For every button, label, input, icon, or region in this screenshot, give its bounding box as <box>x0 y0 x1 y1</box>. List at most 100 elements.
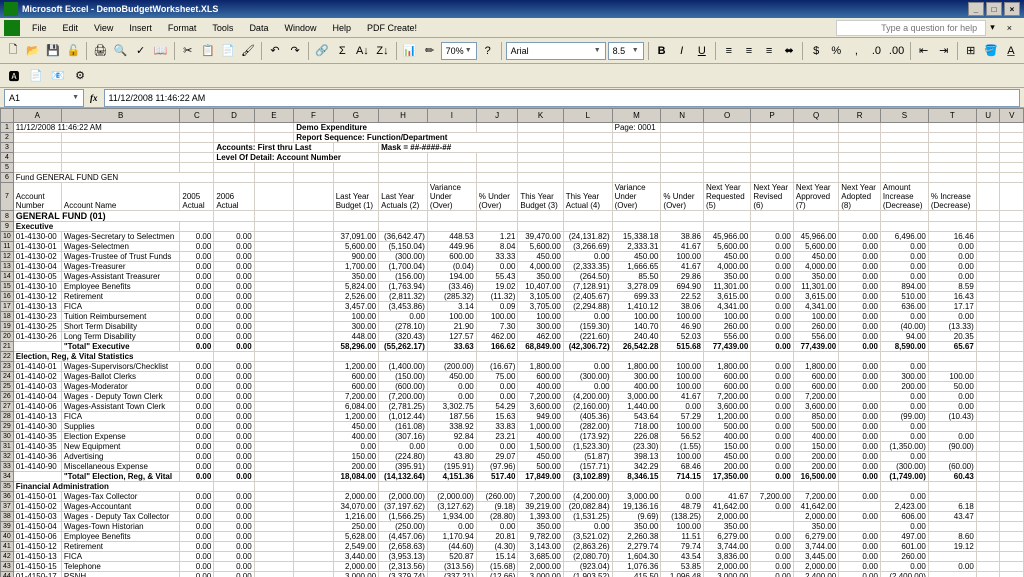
col-header-C[interactable]: C <box>180 109 214 123</box>
col-header-O[interactable]: O <box>703 109 750 123</box>
dec-indent-icon[interactable]: ⇤ <box>915 41 933 61</box>
row-header-7[interactable]: 7 <box>1 183 14 211</box>
menu-format[interactable]: Format <box>160 21 205 35</box>
row-header-44[interactable]: 44 <box>1 572 14 577</box>
col-header-L[interactable]: L <box>563 109 612 123</box>
zoom-combo[interactable]: 70%▼ <box>441 42 477 60</box>
save-icon[interactable]: 💾 <box>44 41 62 61</box>
col-header-M[interactable]: M <box>612 109 661 123</box>
row-header-10[interactable]: 10 <box>1 232 14 242</box>
help-icon[interactable]: ? <box>479 41 497 61</box>
col-header-E[interactable]: E <box>254 109 294 123</box>
col-header-K[interactable]: K <box>518 109 563 123</box>
row-header-41[interactable]: 41 <box>1 542 14 552</box>
bold-icon[interactable]: B <box>653 41 671 61</box>
row-header-38[interactable]: 38 <box>1 512 14 522</box>
inc-indent-icon[interactable]: ⇥ <box>935 41 953 61</box>
row-header-19[interactable]: 19 <box>1 322 14 332</box>
align-left-icon[interactable]: ≡ <box>720 41 738 61</box>
redo-icon[interactable]: ↷ <box>286 41 304 61</box>
align-center-icon[interactable]: ≡ <box>740 41 758 61</box>
row-header-22[interactable]: 22 <box>1 352 14 362</box>
namebox[interactable]: A1▼ <box>4 89 84 107</box>
font-color-icon[interactable]: A <box>1002 41 1020 61</box>
borders-icon[interactable]: ⊞ <box>962 41 980 61</box>
col-header-F[interactable]: F <box>294 109 333 123</box>
row-header-21[interactable]: 21 <box>1 342 14 352</box>
inc-decimal-icon[interactable]: .0 <box>867 41 885 61</box>
col-header-J[interactable]: J <box>476 109 518 123</box>
help-input[interactable] <box>836 20 986 36</box>
row-header-33[interactable]: 33 <box>1 462 14 472</box>
pdf-b-icon[interactable]: 📄 <box>26 66 46 86</box>
row-header-31[interactable]: 31 <box>1 442 14 452</box>
col-header-U[interactable]: U <box>976 109 1000 123</box>
menu-help[interactable]: Help <box>324 21 359 35</box>
col-header-H[interactable]: H <box>379 109 428 123</box>
fx-icon[interactable]: fx <box>90 93 98 103</box>
row-header-4[interactable]: 4 <box>1 153 14 163</box>
percent-icon[interactable]: % <box>827 41 845 61</box>
col-header-R[interactable]: R <box>839 109 881 123</box>
row-header-15[interactable]: 15 <box>1 282 14 292</box>
menu-edit[interactable]: Edit <box>55 21 87 35</box>
close-button[interactable]: × <box>1004 2 1020 16</box>
print-icon[interactable]: 🖨 <box>91 41 109 61</box>
row-header-6[interactable]: 6 <box>1 173 14 183</box>
row-header-14[interactable]: 14 <box>1 272 14 282</box>
copy-icon[interactable]: 📋 <box>199 41 217 61</box>
row-header-1[interactable]: 1 <box>1 123 14 133</box>
col-header-P[interactable]: P <box>751 109 794 123</box>
menu-tools[interactable]: Tools <box>204 21 241 35</box>
menu-data[interactable]: Data <box>241 21 276 35</box>
size-combo[interactable]: 8.5▼ <box>608 42 644 60</box>
merge-icon[interactable]: ⬌ <box>780 41 798 61</box>
sort-desc-icon[interactable]: Z↓ <box>373 41 391 61</box>
permission-icon[interactable]: 🔓 <box>64 41 82 61</box>
link-icon[interactable]: 🔗 <box>313 41 331 61</box>
row-header-20[interactable]: 20 <box>1 332 14 342</box>
row-header-43[interactable]: 43 <box>1 562 14 572</box>
col-header-N[interactable]: N <box>661 109 704 123</box>
row-header-9[interactable]: 9 <box>1 222 14 232</box>
underline-icon[interactable]: U <box>693 41 711 61</box>
preview-icon[interactable]: 🔍 <box>111 41 129 61</box>
select-all[interactable] <box>1 109 14 123</box>
formula-input[interactable]: 11/12/2008 11:46:22 AM <box>104 89 1021 107</box>
menu-window[interactable]: Window <box>276 21 324 35</box>
row-header-34[interactable]: 34 <box>1 472 14 482</box>
col-header-S[interactable]: S <box>880 109 928 123</box>
row-header-8[interactable]: 8 <box>1 211 14 222</box>
row-header-3[interactable]: 3 <box>1 143 14 153</box>
research-icon[interactable]: 📖 <box>152 41 170 61</box>
font-combo[interactable]: Arial▼ <box>506 42 606 60</box>
drawing-icon[interactable]: ✏ <box>421 41 439 61</box>
row-header-27[interactable]: 27 <box>1 402 14 412</box>
menu-expand-icon[interactable]: ▾ <box>986 22 999 33</box>
dec-decimal-icon[interactable]: .00 <box>888 41 906 61</box>
menu-insert[interactable]: Insert <box>121 21 160 35</box>
menu-pdf[interactable]: PDF Create! <box>359 21 425 35</box>
col-header-G[interactable]: G <box>333 109 378 123</box>
row-header-28[interactable]: 28 <box>1 412 14 422</box>
menu-view[interactable]: View <box>86 21 121 35</box>
col-header-Q[interactable]: Q <box>793 109 838 123</box>
col-header-A[interactable]: A <box>13 109 61 123</box>
italic-icon[interactable]: I <box>673 41 691 61</box>
menu-file[interactable]: File <box>24 21 55 35</box>
sort-asc-icon[interactable]: A↓ <box>353 41 371 61</box>
row-header-12[interactable]: 12 <box>1 252 14 262</box>
minimize-button[interactable]: _ <box>968 2 984 16</box>
pdf-d-icon[interactable]: ⚙ <box>70 66 90 86</box>
row-header-11[interactable]: 11 <box>1 242 14 252</box>
sum-icon[interactable]: Σ <box>333 41 351 61</box>
worksheet[interactable]: ABCDEFGHIJKLMNOPQRSTUV111/12/2008 11:46:… <box>0 108 1024 577</box>
row-header-17[interactable]: 17 <box>1 302 14 312</box>
row-header-16[interactable]: 16 <box>1 292 14 302</box>
pdf-a-icon[interactable]: 🅰 <box>4 66 24 86</box>
col-header-B[interactable]: B <box>61 109 179 123</box>
row-header-13[interactable]: 13 <box>1 262 14 272</box>
row-header-25[interactable]: 25 <box>1 382 14 392</box>
row-header-26[interactable]: 26 <box>1 392 14 402</box>
col-header-V[interactable]: V <box>1000 109 1024 123</box>
